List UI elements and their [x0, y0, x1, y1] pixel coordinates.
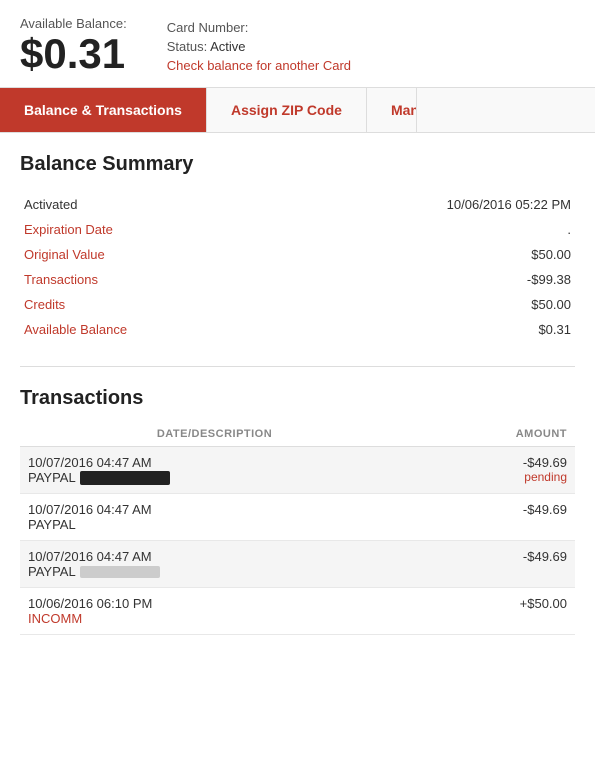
- tx-merchant-3: PAYPAL: [28, 564, 401, 579]
- col-header-description: DATE/DESCRIPTION: [20, 422, 409, 447]
- summary-value-transactions: -$99.38: [298, 267, 576, 292]
- divider: [20, 366, 575, 367]
- tx-pending-1: pending: [417, 470, 567, 484]
- tx-merchant-1: PAYPAL: [28, 470, 401, 485]
- summary-row-transactions: Transactions -$99.38: [20, 267, 575, 292]
- tx-datetime-1: 10/07/2016 04:47 AM: [28, 455, 401, 470]
- summary-value-expiration: .: [298, 217, 576, 242]
- card-number-label: Card Number:: [167, 20, 351, 35]
- tx-description-1: 10/07/2016 04:47 AM PAYPAL: [20, 447, 409, 494]
- transactions-title: Transactions: [20, 387, 575, 410]
- summary-row-expiration: Expiration Date .: [20, 217, 575, 242]
- table-row: 10/07/2016 04:47 AM PAYPAL -$49.69 pendi…: [20, 447, 575, 494]
- tx-amount-2: -$49.69: [417, 502, 567, 517]
- tx-merchant-4: INCOMM: [28, 611, 401, 626]
- summary-row-original-value: Original Value $50.00: [20, 242, 575, 267]
- summary-label-activated: Activated: [20, 192, 298, 217]
- summary-value-available-balance: $0.31: [298, 317, 576, 342]
- tab-manage[interactable]: Man: [367, 88, 417, 132]
- tabs-bar: Balance & Transactions Assign ZIP Code M…: [0, 87, 595, 133]
- summary-label-original-value: Original Value: [20, 242, 298, 267]
- tx-merchant-2: PAYPAL: [28, 517, 401, 532]
- tx-amount-cell-3: -$49.69: [409, 541, 575, 588]
- transactions-header-row: DATE/DESCRIPTION AMOUNT: [20, 422, 575, 447]
- tx-datetime-4: 10/06/2016 06:10 PM: [28, 596, 401, 611]
- summary-value-credits: $50.00: [298, 292, 576, 317]
- header-section: Available Balance: $0.31 Card Number: St…: [0, 0, 595, 87]
- status-line: Status: Active: [167, 39, 351, 54]
- summary-label-credits: Credits: [20, 292, 298, 317]
- tx-amount-4: +$50.00: [417, 596, 567, 611]
- tx-description-3: 10/07/2016 04:47 AM PAYPAL: [20, 541, 409, 588]
- tx-amount-1: -$49.69: [417, 455, 567, 470]
- tx-amount-cell-2: -$49.69: [409, 494, 575, 541]
- summary-value-activated: 10/06/2016 05:22 PM: [298, 192, 576, 217]
- summary-row-credits: Credits $50.00: [20, 292, 575, 317]
- col-header-amount: AMOUNT: [409, 422, 575, 447]
- balance-summary-title: Balance Summary: [20, 153, 575, 176]
- card-info: Card Number: Status: Active Check balanc…: [167, 16, 351, 73]
- tx-amount-3: -$49.69: [417, 549, 567, 564]
- table-row: 10/07/2016 04:47 AM PAYPAL -$49.69: [20, 541, 575, 588]
- check-balance-link[interactable]: Check balance for another Card: [167, 58, 351, 73]
- tx-description-2: 10/07/2016 04:47 AM PAYPAL: [20, 494, 409, 541]
- transactions-section: Transactions DATE/DESCRIPTION AMOUNT 10/…: [20, 387, 575, 635]
- content-section: Balance Summary Activated 10/06/2016 05:…: [0, 133, 595, 655]
- summary-row-available-balance: Available Balance $0.31: [20, 317, 575, 342]
- table-row: 10/07/2016 04:47 AM PAYPAL -$49.69: [20, 494, 575, 541]
- summary-label-expiration: Expiration Date: [20, 217, 298, 242]
- summary-label-transactions: Transactions: [20, 267, 298, 292]
- redacted-bar-1: [80, 471, 170, 485]
- balance-summary-table: Activated 10/06/2016 05:22 PM Expiration…: [20, 192, 575, 342]
- tx-description-4: 10/06/2016 06:10 PM INCOMM: [20, 588, 409, 635]
- status-value: Active: [210, 39, 245, 54]
- tx-datetime-2: 10/07/2016 04:47 AM: [28, 502, 401, 517]
- table-row: 10/06/2016 06:10 PM INCOMM +$50.00: [20, 588, 575, 635]
- available-balance-label: Available Balance:: [20, 16, 127, 31]
- transactions-table: DATE/DESCRIPTION AMOUNT 10/07/2016 04:47…: [20, 422, 575, 635]
- balance-left: Available Balance: $0.31: [20, 16, 127, 75]
- tab-balance-transactions[interactable]: Balance & Transactions: [0, 88, 207, 132]
- tx-amount-cell-1: -$49.69 pending: [409, 447, 575, 494]
- summary-row-activated: Activated 10/06/2016 05:22 PM: [20, 192, 575, 217]
- summary-value-original-value: $50.00: [298, 242, 576, 267]
- tx-amount-cell-4: +$50.00: [409, 588, 575, 635]
- tx-merchant-link-4[interactable]: INCOMM: [28, 611, 82, 626]
- tx-datetime-3: 10/07/2016 04:47 AM: [28, 549, 401, 564]
- balance-amount: $0.31: [20, 33, 127, 75]
- tab-assign-zip[interactable]: Assign ZIP Code: [207, 88, 367, 132]
- status-label: Status:: [167, 39, 207, 54]
- redacted-bar-light-3: [80, 566, 160, 578]
- summary-label-available-balance: Available Balance: [20, 317, 298, 342]
